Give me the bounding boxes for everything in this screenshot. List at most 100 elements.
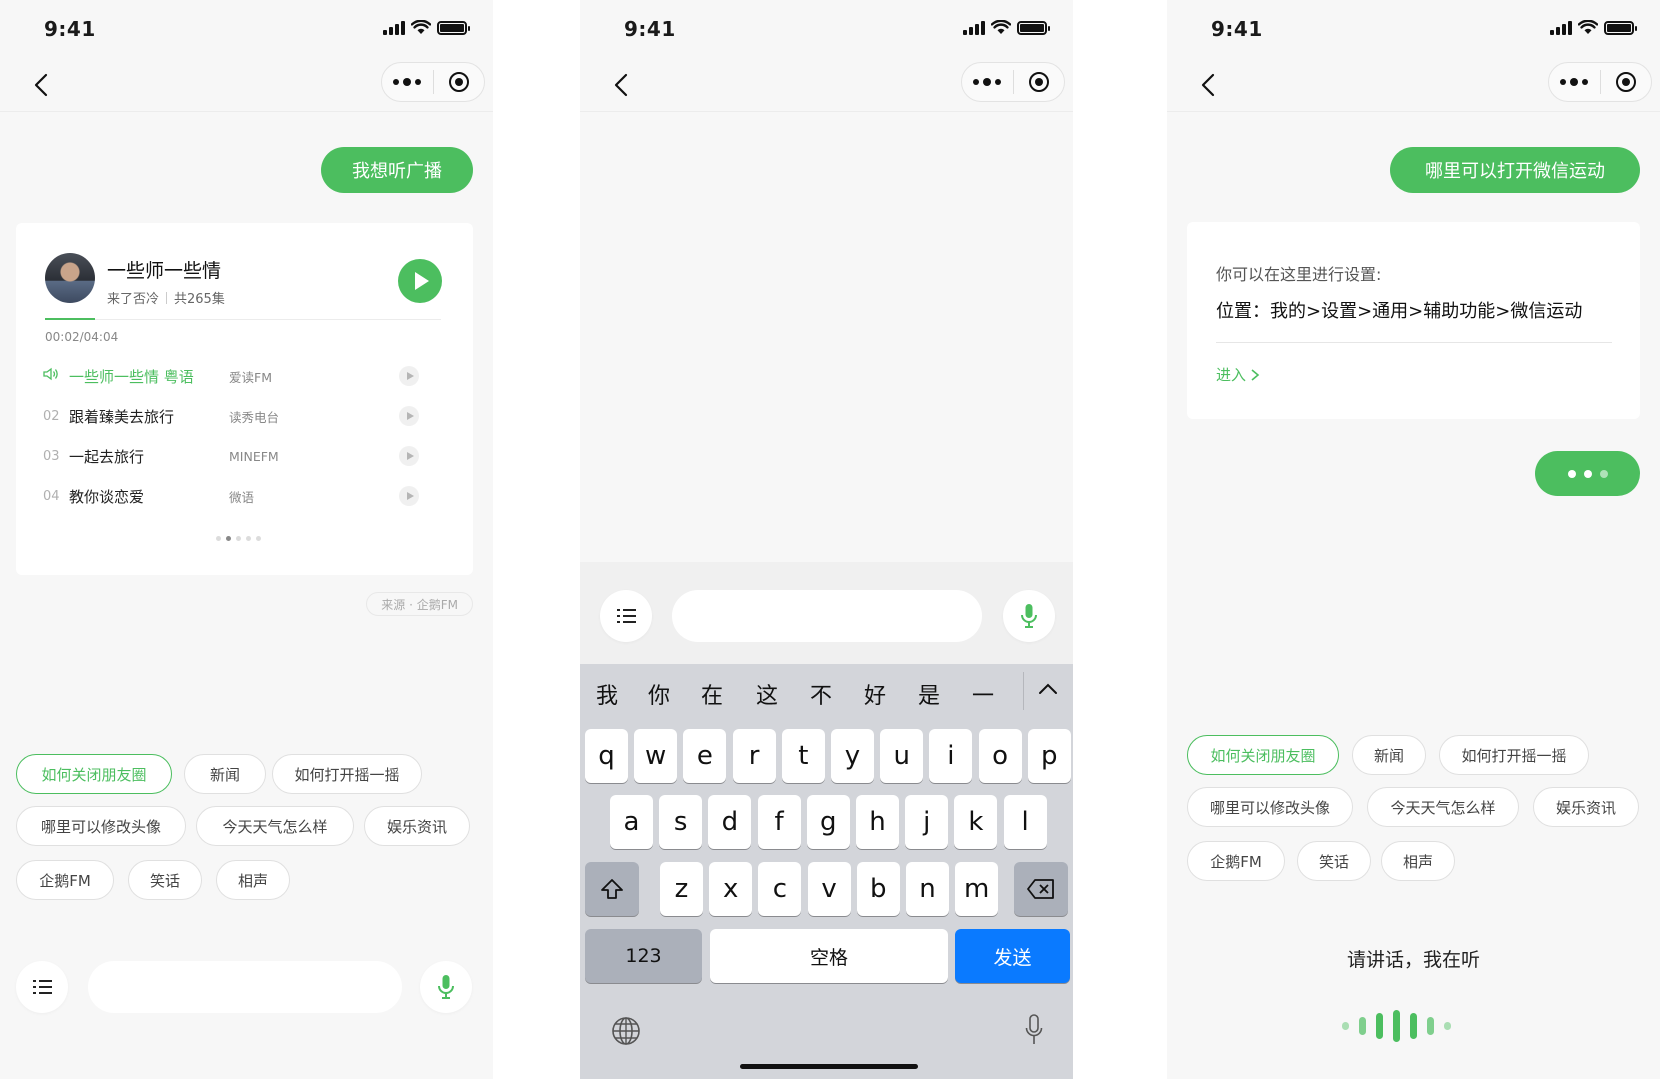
candidate[interactable]: 是 xyxy=(918,678,940,710)
key-s[interactable]: s xyxy=(659,795,703,849)
key-u[interactable]: u xyxy=(880,729,924,783)
page-indicator[interactable] xyxy=(216,536,261,541)
track-play-button[interactable] xyxy=(399,486,419,506)
status-time: 9:41 xyxy=(1211,17,1263,41)
target-icon xyxy=(1028,72,1049,92)
space-key[interactable]: 空格 xyxy=(710,929,948,983)
status-bar: 9:41 xyxy=(0,0,493,60)
key-c[interactable]: c xyxy=(758,862,802,916)
back-icon[interactable] xyxy=(1195,70,1225,100)
wifi-icon xyxy=(991,20,1011,34)
suggestion-chip[interactable]: 娱乐资讯 xyxy=(1533,787,1639,827)
suggestion-chip[interactable]: 如何打开摇一摇 xyxy=(272,754,422,794)
candidate[interactable]: 这 xyxy=(756,678,778,710)
candidate[interactable]: 我 xyxy=(596,678,618,710)
message-input[interactable] xyxy=(88,961,402,1013)
suggestion-chip[interactable]: 新闻 xyxy=(184,754,266,794)
progress-track[interactable] xyxy=(45,319,441,320)
chevron-up-icon[interactable] xyxy=(1038,682,1058,696)
suggestion-chip[interactable]: 哪里可以修改头像 xyxy=(1187,787,1353,827)
key-h[interactable]: h xyxy=(856,795,899,849)
suggestion-chip[interactable]: 娱乐资讯 xyxy=(364,806,470,846)
close-miniapp-button[interactable] xyxy=(434,63,485,101)
key-n[interactable]: n xyxy=(906,862,949,916)
suggestion-chip[interactable]: 如何关闭朋友圈 xyxy=(16,754,172,794)
suggestion-chip[interactable]: 相声 xyxy=(216,860,290,900)
play-button[interactable] xyxy=(398,259,442,303)
key-b[interactable]: b xyxy=(856,862,900,916)
key-k[interactable]: k xyxy=(954,795,998,849)
candidate[interactable]: 你 xyxy=(648,678,670,710)
menu-button[interactable] xyxy=(16,961,68,1013)
key-t[interactable]: t xyxy=(781,729,825,783)
suggestion-chip[interactable]: 企鹅FM xyxy=(1187,841,1285,881)
key-r[interactable]: r xyxy=(732,729,776,783)
key-g[interactable]: g xyxy=(806,795,850,849)
chevron-right-icon xyxy=(1251,368,1260,381)
suggestion-chip[interactable]: 相声 xyxy=(1381,841,1455,881)
more-button[interactable] xyxy=(382,63,433,101)
suggestion-chip[interactable]: 如何打开摇一摇 xyxy=(1439,735,1589,775)
play-small-icon xyxy=(406,492,414,500)
key-w[interactable]: w xyxy=(634,729,678,783)
track-number: 03 xyxy=(43,448,60,464)
key-m[interactable]: m xyxy=(955,862,999,916)
back-icon[interactable] xyxy=(28,70,58,100)
dictation-icon[interactable] xyxy=(1025,1014,1043,1046)
key-p[interactable]: p xyxy=(1027,729,1071,783)
key-q[interactable]: q xyxy=(585,729,628,783)
suggestion-chip[interactable]: 如何关闭朋友圈 xyxy=(1187,735,1339,775)
key-i[interactable]: i xyxy=(929,729,973,783)
key-a[interactable]: a xyxy=(610,795,653,849)
suggestion-chip[interactable]: 新闻 xyxy=(1352,735,1426,775)
key-y[interactable]: y xyxy=(831,729,874,783)
candidate[interactable]: 好 xyxy=(864,678,886,710)
track-source: MINEFM xyxy=(229,448,279,464)
key-j[interactable]: j xyxy=(905,795,949,849)
globe-icon[interactable] xyxy=(611,1016,641,1046)
more-button[interactable] xyxy=(962,63,1013,101)
track-row[interactable]: 04 教你谈恋爱 微语 xyxy=(43,484,419,508)
track-play-button[interactable] xyxy=(399,406,419,426)
voice-button[interactable] xyxy=(1003,590,1055,642)
enter-link[interactable]: 进入 xyxy=(1216,364,1260,385)
suggestion-chip[interactable]: 今天天气怎么样 xyxy=(1367,787,1519,827)
track-source: 微语 xyxy=(229,489,255,505)
back-icon[interactable] xyxy=(608,70,638,100)
key-z[interactable]: z xyxy=(660,862,703,916)
track-row[interactable]: 一些师一些情 粤语 爱读FM xyxy=(43,364,419,388)
menu-button[interactable] xyxy=(600,590,652,642)
status-time: 9:41 xyxy=(624,17,676,41)
more-button[interactable] xyxy=(1549,63,1600,101)
voice-button[interactable] xyxy=(420,961,472,1013)
track-play-button[interactable] xyxy=(399,446,419,466)
close-miniapp-button[interactable] xyxy=(1014,63,1065,101)
track-source: 爱读FM xyxy=(229,369,272,385)
key-e[interactable]: e xyxy=(683,729,727,783)
delete-key[interactable] xyxy=(1014,862,1068,916)
play-small-icon xyxy=(406,372,414,380)
message-input[interactable] xyxy=(672,590,982,642)
track-play-button[interactable] xyxy=(399,366,419,386)
suggestion-chip[interactable]: 今天天气怎么样 xyxy=(196,806,354,846)
key-d[interactable]: d xyxy=(708,795,752,849)
track-row[interactable]: 03 一起去旅行 MINEFM xyxy=(43,444,419,468)
numbers-key[interactable]: 123 xyxy=(585,929,702,983)
shift-key[interactable] xyxy=(585,862,639,916)
key-o[interactable]: o xyxy=(978,729,1022,783)
key-f[interactable]: f xyxy=(757,795,801,849)
suggestion-chip[interactable]: 哪里可以修改头像 xyxy=(16,806,186,846)
microphone-icon xyxy=(1021,604,1037,628)
send-key[interactable]: 发送 xyxy=(955,929,1070,983)
candidate[interactable]: 不 xyxy=(810,678,832,710)
candidate[interactable]: 在 xyxy=(701,678,723,710)
suggestion-chip[interactable]: 笑话 xyxy=(1297,841,1371,881)
close-miniapp-button[interactable] xyxy=(1601,63,1652,101)
key-l[interactable]: l xyxy=(1003,795,1047,849)
candidate[interactable]: 一 xyxy=(972,678,994,710)
key-x[interactable]: x xyxy=(709,862,753,916)
suggestion-chip[interactable]: 企鹅FM xyxy=(16,860,114,900)
suggestion-chip[interactable]: 笑话 xyxy=(128,860,202,900)
key-v[interactable]: v xyxy=(807,862,851,916)
track-row[interactable]: 02 跟着臻美去旅行 读秀电台 xyxy=(43,404,419,428)
